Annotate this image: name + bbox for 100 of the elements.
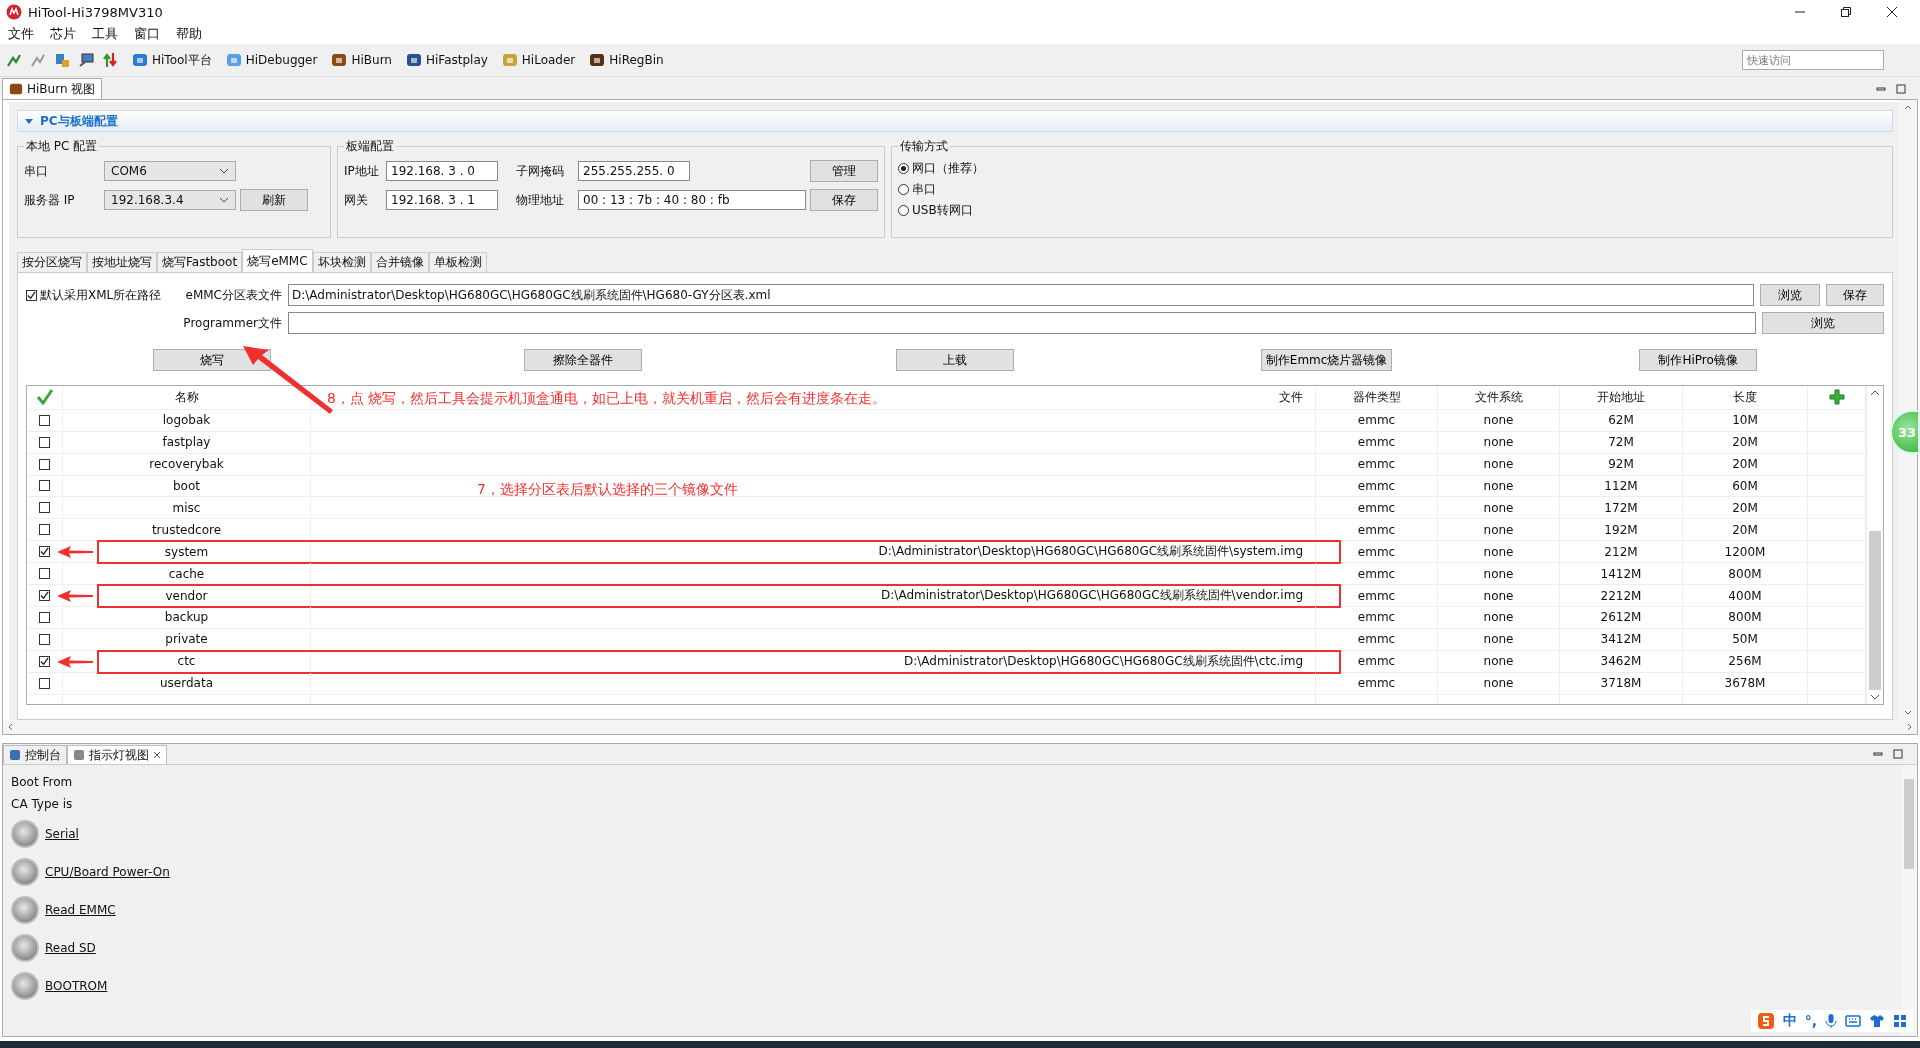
tool-button[interactable]: HiRegBin (589, 52, 664, 68)
row-checkbox[interactable] (39, 458, 50, 470)
menu-item[interactable]: 芯片 (50, 25, 76, 43)
tool-button[interactable]: HiBurn (331, 52, 392, 68)
row-checkbox[interactable] (39, 546, 50, 558)
action-button[interactable]: 上载 (896, 349, 1014, 371)
close-icon[interactable] (1886, 6, 1898, 18)
scroll-up-icon[interactable] (1904, 104, 1912, 110)
ime-status[interactable]: °, (1804, 1013, 1817, 1029)
quick-access-field[interactable]: 快速访问 (1742, 50, 1884, 70)
minimize-icon[interactable] (1876, 84, 1886, 94)
ime-status[interactable]: 中 (1782, 1012, 1797, 1030)
browse-button[interactable]: 浏览 (1760, 284, 1820, 306)
menu-item[interactable]: 帮助 (176, 25, 202, 43)
gateway-field[interactable]: 192.168. 3 . 1 (386, 190, 498, 210)
row-checkbox[interactable] (39, 480, 50, 492)
action-button[interactable]: 制作Emmc烧片器镜像 (1260, 349, 1393, 371)
add-icon[interactable] (1828, 389, 1845, 406)
connect-icon[interactable] (6, 52, 22, 68)
indicator-link[interactable]: CPU/Board Power-On (45, 865, 170, 879)
action-button[interactable]: 制作HiPro镜像 (1639, 349, 1758, 371)
menu-item[interactable]: 窗口 (134, 25, 160, 43)
maximize-icon[interactable] (1893, 749, 1903, 759)
tool-button[interactable]: HiFastplay (405, 52, 488, 68)
shirt-icon[interactable] (1869, 1014, 1885, 1028)
column-header[interactable]: 长度 (1683, 386, 1808, 409)
radio-button[interactable] (898, 183, 909, 195)
tab[interactable]: 按地址烧写 (87, 252, 157, 272)
xml-path-checkbox[interactable]: 默认采用XML所在路径 (26, 286, 170, 304)
device-icon[interactable] (54, 52, 70, 68)
tab[interactable]: 单板检测 (428, 252, 487, 272)
grid-icon[interactable] (1893, 1014, 1907, 1028)
tab[interactable]: 烧写eMMC (242, 249, 313, 272)
row-checkbox[interactable] (39, 590, 50, 601)
column-header[interactable]: 器件类型 (1316, 386, 1438, 409)
column-header[interactable]: 开始地址 (1560, 386, 1683, 409)
radio-button[interactable] (898, 204, 909, 216)
serial-port-dropdown[interactable]: COM6 (104, 161, 236, 181)
section-header[interactable]: PC与板端配置 (17, 110, 1893, 132)
subnet-mask-field[interactable]: 255.255.255. 0 (578, 161, 690, 181)
row-checkbox[interactable] (39, 655, 50, 667)
row-checkbox[interactable] (39, 524, 50, 536)
view-tab[interactable]: HiBurn 视图 (2, 78, 103, 99)
row-checkbox[interactable] (39, 611, 50, 623)
browse-button[interactable]: 浏览 (1762, 312, 1884, 334)
indicator-link[interactable]: Serial (45, 827, 79, 841)
row-checkbox[interactable] (39, 502, 50, 514)
indicator-link[interactable]: Read EMMC (45, 903, 116, 917)
save-button[interactable]: 保存 (1826, 284, 1884, 306)
radio-option[interactable]: 串口 (898, 180, 1886, 198)
checkbox[interactable] (26, 289, 37, 301)
keyboard-icon[interactable] (1845, 1015, 1861, 1027)
tool-button[interactable]: HiTool平台 (132, 51, 212, 69)
scroll-down-icon[interactable] (1870, 693, 1880, 701)
console-tab[interactable]: 指示灯视图 (67, 745, 167, 764)
programmer-file-field[interactable] (288, 312, 1756, 334)
menu-item[interactable]: 工具 (92, 25, 118, 43)
minimize-icon[interactable] (1873, 749, 1883, 759)
radio-button[interactable] (898, 162, 909, 174)
check-all-icon[interactable] (35, 389, 54, 406)
row-checkbox[interactable] (39, 436, 50, 448)
scroll-up-icon[interactable] (1870, 389, 1880, 397)
action-button[interactable]: 烧写 (152, 349, 271, 371)
ime-logo-icon[interactable] (1756, 1012, 1775, 1030)
mac-address-field[interactable]: 00 : 13 : 7b : 40 : 80 : fb (578, 190, 806, 210)
tab[interactable]: 坏块检测 (312, 252, 371, 272)
tool-button[interactable]: HiLoader (501, 52, 576, 68)
close-icon[interactable] (153, 751, 161, 759)
row-checkbox[interactable] (39, 414, 50, 426)
tab[interactable]: 合并镜像 (370, 252, 429, 272)
save-button[interactable]: 保存 (810, 189, 878, 211)
maximize-icon[interactable] (1896, 84, 1906, 94)
microphone-icon[interactable] (1825, 1013, 1837, 1029)
scrollbar-thumb[interactable] (1904, 779, 1914, 869)
server-ip-dropdown[interactable]: 192.168.3.4 (104, 190, 236, 210)
restore-icon[interactable] (1840, 6, 1852, 18)
scroll-down-icon[interactable] (1904, 710, 1912, 716)
tab[interactable]: 按分区烧写 (17, 252, 87, 272)
console-tab[interactable]: 控制台 (3, 745, 67, 764)
monitor-icon[interactable] (78, 52, 94, 68)
action-button[interactable]: 擦除全器件 (524, 349, 643, 371)
refresh-button[interactable]: 刷新 (240, 189, 308, 211)
ip-address-field[interactable]: 192.168. 3 . 0 (386, 161, 498, 181)
expand-triangle-icon[interactable] (24, 116, 34, 126)
indicator-link[interactable]: BOOTROM (45, 979, 108, 993)
up-down-arrows-icon[interactable] (102, 52, 118, 68)
partition-file-field[interactable]: D:\Administrator\Desktop\HG680GC\HG680GC线刷系统固件\HG680-GY分区表.xml (288, 284, 1754, 306)
column-header[interactable]: 文件系统 (1438, 386, 1560, 409)
menu-item[interactable]: 文件 (8, 25, 34, 43)
tool-button[interactable]: HiDebugger (225, 52, 318, 68)
indicator-link[interactable]: Read SD (45, 941, 96, 955)
scroll-left-icon[interactable] (7, 723, 13, 731)
row-checkbox[interactable] (39, 633, 50, 645)
tab[interactable]: 烧写Fastboot (157, 252, 243, 272)
row-checkbox[interactable] (39, 568, 50, 580)
scroll-right-icon[interactable] (1907, 723, 1913, 731)
manage-button[interactable]: 管理 (810, 160, 878, 182)
radio-option[interactable]: 网口（推荐） (898, 159, 1886, 177)
row-checkbox[interactable] (39, 677, 50, 689)
scrollbar-thumb[interactable] (1869, 530, 1881, 690)
